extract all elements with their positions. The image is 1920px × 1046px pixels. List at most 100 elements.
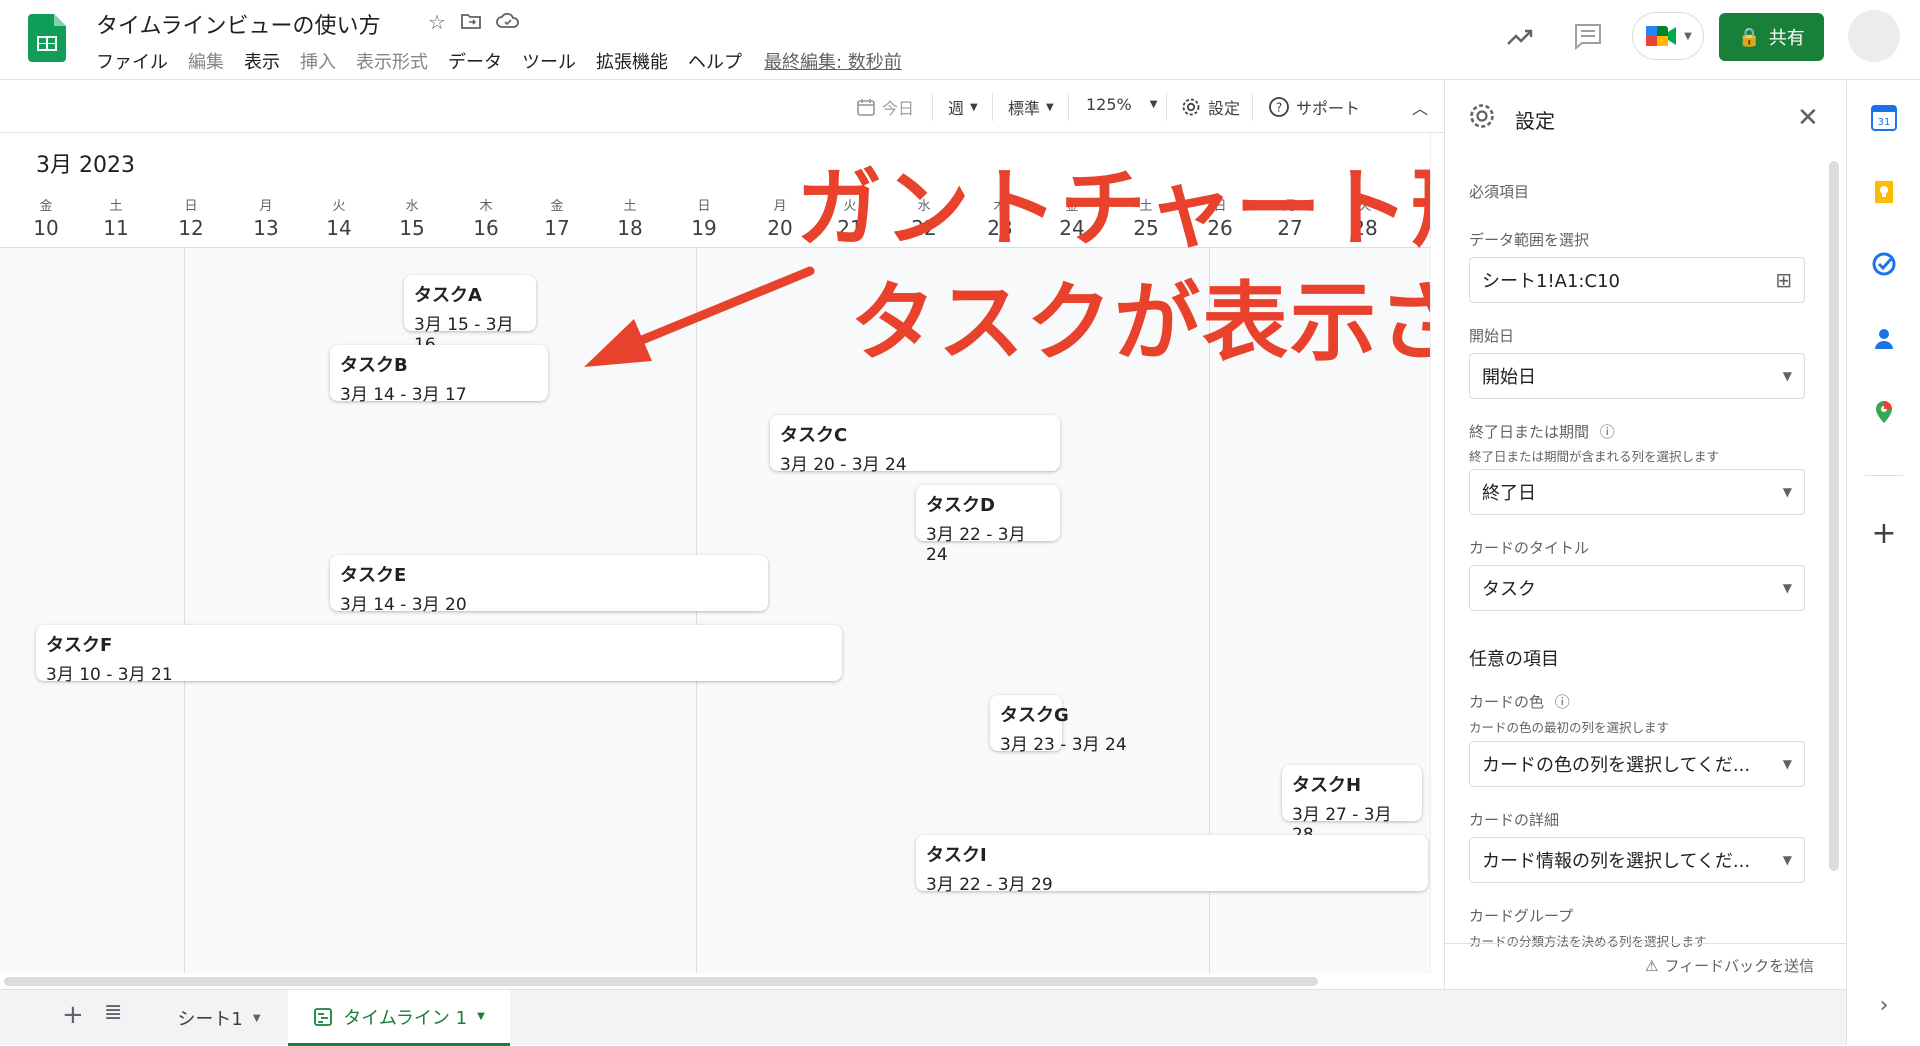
info-icon[interactable]: ⓘ <box>1600 423 1615 441</box>
day-number: 13 <box>253 216 279 240</box>
gear-icon <box>1182 98 1200 116</box>
task-card-c[interactable]: タスクC 3月 20 - 3月 24 <box>770 415 1060 475</box>
task-card-i[interactable]: タスクI 3月 22 - 3月 29 <box>916 835 1428 895</box>
density-dropdown[interactable]: 標準 ▼ <box>1008 95 1054 119</box>
day-number: 12 <box>178 216 204 240</box>
info-icon[interactable]: ⓘ <box>1555 693 1570 711</box>
last-edit-link[interactable]: 最終編集: 数秒前 <box>764 48 902 74</box>
meet-button[interactable]: ▼ <box>1632 12 1704 60</box>
day-of-week: 土 <box>109 199 123 214</box>
comment-icon[interactable] <box>1572 20 1604 52</box>
dropdown-arrow-icon: ▼ <box>1149 99 1158 110</box>
grid-select-icon[interactable]: ⊞ <box>1775 268 1792 292</box>
required-label: 必須項目 <box>1469 183 1530 201</box>
day-number: 10 <box>33 216 59 240</box>
vertical-scrollbar[interactable] <box>1430 133 1444 973</box>
task-card-e[interactable]: タスクE 3月 14 - 3月 20 <box>330 555 768 615</box>
meet-icon <box>1646 26 1677 46</box>
card-title-select[interactable]: タスク ▼ <box>1469 565 1805 611</box>
end-date-label: 終了日または期間 ⓘ <box>1469 423 1615 441</box>
day-of-week: 木 <box>479 199 493 214</box>
day-header: 月 13 <box>241 195 291 240</box>
menu-view[interactable]: 表示 <box>244 48 280 74</box>
menu-help[interactable]: ヘルプ <box>688 48 742 74</box>
task-card-g[interactable]: タスクG 3月 23 - 3月 24 <box>990 695 1127 755</box>
support-button[interactable]: ? サポート <box>1268 95 1360 119</box>
end-date-select[interactable]: 終了日 ▼ <box>1469 469 1805 515</box>
tab-sheet1[interactable]: シート1 ▼ <box>154 990 284 1046</box>
tasks-app-icon[interactable] <box>1871 251 1897 277</box>
contacts-app-icon[interactable] <box>1871 325 1897 351</box>
task-card-d[interactable]: タスクD 3月 22 - 3月 24 <box>916 485 1060 565</box>
dropdown-arrow-icon: ▼ <box>1782 581 1792 595</box>
day-of-week: 水 <box>405 199 419 214</box>
day-of-week: 火 <box>332 199 346 214</box>
card-detail-label: カードの詳細 <box>1469 811 1560 829</box>
collapse-chevron-icon[interactable]: ︿ <box>1412 95 1428 119</box>
day-header: 火 14 <box>314 195 364 240</box>
task-card-b[interactable]: タスクB 3月 14 - 3月 17 <box>330 345 548 405</box>
feedback-link[interactable]: ⚠ フィードバックを送信 <box>1645 955 1814 976</box>
cloud-status-icon[interactable] <box>496 10 520 32</box>
card-group-label: カードグループ <box>1469 907 1574 925</box>
card-title-label: カードのタイトル <box>1469 539 1590 557</box>
add-sheet-icon[interactable]: + <box>62 1000 84 1030</box>
menu-data[interactable]: データ <box>448 48 502 74</box>
settings-button[interactable]: 設定 <box>1180 95 1240 119</box>
menu-format[interactable]: 表示形式 <box>356 48 428 74</box>
calendar-icon <box>857 99 875 116</box>
chevron-down-icon: ▼ <box>1684 30 1692 42</box>
task-card-f[interactable]: タスクF 3月 10 - 3月 21 <box>36 625 842 685</box>
menu-extensions[interactable]: 拡張機能 <box>596 48 668 74</box>
svg-text:?: ? <box>1276 101 1282 115</box>
tab-timeline1[interactable]: タイムライン 1 ▼ <box>288 990 510 1046</box>
horizontal-scrollbar[interactable] <box>0 973 1444 989</box>
day-header: 金 17 <box>532 195 582 240</box>
maps-app-icon[interactable] <box>1871 399 1897 425</box>
move-folder-icon[interactable] <box>460 10 482 32</box>
card-color-select[interactable]: カードの色の列を選択してくだ... ▼ <box>1469 741 1805 787</box>
dropdown-arrow-icon: ▼ <box>1782 485 1792 499</box>
star-icon[interactable]: ☆ <box>428 10 446 34</box>
expand-chevron-icon[interactable]: › <box>1871 993 1897 1019</box>
menu-edit[interactable]: 編集 <box>188 48 224 74</box>
day-of-week: 月 <box>259 199 273 214</box>
panel-scrollbar[interactable] <box>1829 161 1839 871</box>
task-card-a[interactable]: タスクA3月 15 - 3月 16 <box>404 275 536 355</box>
document-title[interactable]: タイムラインビューの使い方 <box>96 8 380 40</box>
keep-app-icon[interactable] <box>1871 179 1897 205</box>
sheets-logo-icon[interactable] <box>28 14 66 62</box>
task-card-h[interactable]: タスクH3月 27 - 3月 28 <box>1282 765 1422 845</box>
week-divider <box>184 248 185 973</box>
avatar[interactable] <box>1848 10 1900 62</box>
day-header: 水 15 <box>387 195 437 240</box>
day-number: 18 <box>617 216 643 240</box>
zoom-dropdown[interactable]: 125% ▼ <box>1086 95 1157 114</box>
day-header: 土 11 <box>91 195 141 240</box>
add-app-icon[interactable]: + <box>1871 519 1897 549</box>
share-button[interactable]: 🔒 共有 <box>1719 13 1824 61</box>
week-dropdown[interactable]: 週 ▼ <box>948 95 978 119</box>
dropdown-arrow-icon: ▼ <box>1782 369 1792 383</box>
day-number: 15 <box>399 216 425 240</box>
day-header: 日 19 <box>679 195 729 240</box>
day-of-week: 日 <box>697 199 711 214</box>
day-of-week: 土 <box>623 199 637 214</box>
calendar-app-icon[interactable]: 31 <box>1871 105 1897 131</box>
lock-icon: 🔒 <box>1738 26 1761 48</box>
trend-icon[interactable] <box>1504 22 1536 54</box>
menu-file[interactable]: ファイル <box>96 48 168 74</box>
sheet-tab-bar: + ≣ シート1 ▼ タイムライン 1 ▼ <box>0 989 1846 1046</box>
start-date-select[interactable]: 開始日 ▼ <box>1469 353 1805 399</box>
dropdown-arrow-icon: ▼ <box>1782 757 1792 771</box>
menu-tools[interactable]: ツール <box>522 48 576 74</box>
today-button[interactable]: 今日 <box>856 95 914 119</box>
end-date-sub: 終了日または期間が含まれる列を選択します <box>1469 449 1720 464</box>
data-range-field[interactable]: シート1!A1:C10 ⊞ <box>1469 257 1805 303</box>
card-detail-select[interactable]: カード情報の列を選択してくだ... ▼ <box>1469 837 1805 883</box>
close-icon[interactable]: ✕ <box>1797 103 1819 133</box>
all-sheets-icon[interactable]: ≣ <box>104 1000 122 1025</box>
data-range-label: データ範囲を選択 <box>1469 231 1590 249</box>
card-group-sub: カードの分類方法を決める列を選択します <box>1469 934 1707 949</box>
menu-insert[interactable]: 挿入 <box>300 48 336 74</box>
